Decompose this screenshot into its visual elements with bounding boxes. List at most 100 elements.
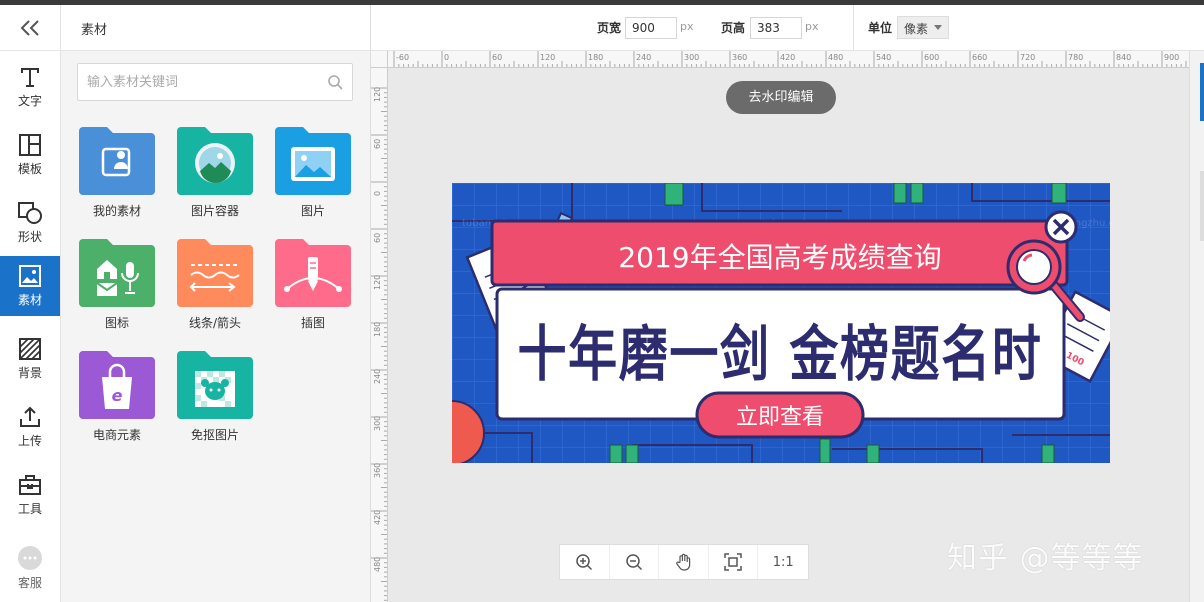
panel-title: 素材 — [61, 5, 370, 51]
actual-size-button[interactable]: 1:1 — [758, 545, 808, 579]
tool-rail: 文字 模板 形状 素材 背景 上传 工具 客服 — [0, 5, 61, 602]
ruler-label: 60 — [492, 53, 502, 62]
folder-ecommerce[interactable]: e 电商元素 — [77, 349, 157, 443]
svg-text:e: e — [112, 386, 123, 405]
ruler-label: 60 — [373, 233, 382, 243]
rail-item-label: 模板 — [17, 162, 42, 176]
ruler-label: 600 — [924, 53, 939, 62]
fit-screen-button[interactable] — [709, 545, 759, 579]
rail-item-label: 文字 — [17, 94, 42, 108]
ruler-label: 0 — [373, 191, 382, 196]
ruler-label: 480 — [828, 53, 843, 62]
ruler-label: 300 — [373, 416, 382, 431]
ruler-label: 180 — [588, 53, 603, 62]
toolbar-divider — [853, 5, 854, 51]
rail-item-label: 上传 — [17, 434, 42, 448]
rail-item-background[interactable]: 背景 — [0, 329, 60, 389]
ruler-label: 360 — [732, 53, 747, 62]
vertical-ruler: 120 60 0 60 120 180 240 300 360 420 480 — [371, 68, 388, 602]
folder-icon — [79, 127, 155, 195]
design-canvas[interactable]: 去水印编辑 tubangzhu.com tubangzhu.com — [389, 68, 1189, 602]
ruler-label: -60 — [396, 53, 409, 62]
banner-design[interactable]: tubangzhu.com tubangzhu.com tubangzhu.co… — [452, 183, 1110, 463]
ruler-corner — [371, 51, 388, 68]
folder-label: 免抠图片 — [190, 428, 239, 442]
zoom-out-icon — [626, 554, 642, 571]
ruler-label: 900 — [1164, 53, 1179, 62]
actual-size-label: 1:1 — [772, 554, 794, 570]
rail-item-text[interactable]: 文字 — [0, 57, 60, 117]
folder-label: 我的素材 — [92, 204, 141, 218]
ruler-label: 120 — [373, 87, 382, 102]
ruler-ticks: 120 60 0 60 120 180 240 300 360 420 480 — [371, 87, 387, 601]
rail-item-upload[interactable]: 上传 — [0, 397, 60, 457]
folder-my-materials[interactable]: 我的素材 — [77, 125, 157, 219]
chat-icon — [18, 546, 42, 570]
unit-select[interactable]: 像素 — [897, 16, 949, 39]
unit-label: 单位 — [868, 21, 893, 35]
rail-item-tools[interactable]: 工具 — [0, 465, 60, 525]
rail-item-material[interactable]: 素材 — [0, 256, 60, 316]
banner-headline: 2019年全国高考成绩查询 — [618, 241, 941, 274]
folder-icons[interactable]: 图标 — [77, 237, 157, 331]
ruler-label: 420 — [780, 53, 795, 62]
folder-label: 线条/箭头 — [188, 316, 242, 330]
page-width-input[interactable] — [625, 17, 677, 39]
folder-icon — [177, 239, 253, 307]
remove-watermark-button[interactable]: 去水印编辑 — [726, 81, 836, 114]
search-input[interactable] — [78, 64, 308, 100]
site-watermark: 知乎 @等等等 — [947, 541, 1144, 576]
caret-down-icon — [934, 25, 942, 30]
rail-item-label: 背景 — [17, 366, 42, 380]
folder-illustrations[interactable]: 插图 — [273, 237, 353, 331]
page-height-label: 页高 — [721, 21, 746, 35]
material-panel: 素材 我的素材 图片容器 图片 — [61, 5, 371, 602]
rail-item-shape[interactable]: 形状 — [0, 193, 60, 253]
folder-image-container[interactable]: 图片容器 — [175, 125, 255, 219]
zoom-in-button[interactable] — [560, 545, 610, 579]
double-chevron-left-icon — [20, 19, 39, 36]
ruler-label: 780 — [1068, 53, 1083, 62]
hand-icon — [675, 553, 690, 571]
ruler-label: 120 — [540, 53, 555, 62]
rail-item-label: 形状 — [17, 230, 42, 244]
vertical-scrollbar[interactable] — [1189, 51, 1204, 602]
rail-item-template[interactable]: 模板 — [0, 125, 60, 185]
folder-label: 图标 — [104, 316, 129, 330]
folder-icon — [79, 239, 155, 307]
search-icon[interactable] — [327, 74, 343, 90]
folder-lines-arrows[interactable]: 线条/箭头 — [175, 237, 255, 331]
ruler-label: 180 — [373, 322, 382, 337]
banner-slogan: 十年磨一剑 金榜题名时 — [518, 320, 1043, 390]
folder-label: 电商元素 — [92, 428, 141, 442]
ruler-label: 360 — [373, 463, 382, 478]
collapse-button[interactable] — [0, 5, 60, 51]
background-icon — [19, 338, 41, 360]
ruler-label: 840 — [1116, 53, 1131, 62]
folder-cutout-images[interactable]: 免抠图片 — [175, 349, 255, 443]
scrollbar-thumb[interactable] — [1200, 63, 1204, 121]
folder-images[interactable]: 图片 — [273, 125, 353, 219]
ruler-label: 300 — [684, 53, 699, 62]
ruler-label: 720 — [1020, 53, 1035, 62]
ruler-label: 0 — [444, 53, 449, 62]
rail-item-label: 工具 — [17, 502, 42, 516]
rail-item-label: 素材 — [17, 293, 42, 307]
zoom-in-icon — [576, 554, 593, 571]
banner-artwork: tubangzhu.com tubangzhu.com tubangzhu.co… — [452, 183, 1110, 463]
ruler-label: 240 — [373, 369, 382, 384]
search-box — [77, 63, 353, 101]
folder-icon — [275, 127, 351, 195]
upload-icon — [20, 406, 40, 427]
scrollbar-thumb-secondary[interactable] — [1200, 171, 1204, 241]
zoom-out-button[interactable] — [610, 545, 660, 579]
fit-screen-icon — [724, 553, 742, 571]
page-height-input[interactable] — [750, 17, 802, 39]
rail-item-service[interactable]: 客服 — [0, 538, 60, 598]
ruler-label: 120 — [373, 275, 382, 290]
page-size-toolbar: 页宽 px 页高 px 单位 像素 — [371, 5, 1204, 51]
horizontal-ruler: -60 0 60 120 180 240 300 360 420 480 540 600 660 720 7… — [371, 51, 1189, 68]
text-icon — [21, 68, 39, 87]
hand-tool-button[interactable] — [659, 545, 709, 579]
template-icon — [19, 134, 41, 156]
